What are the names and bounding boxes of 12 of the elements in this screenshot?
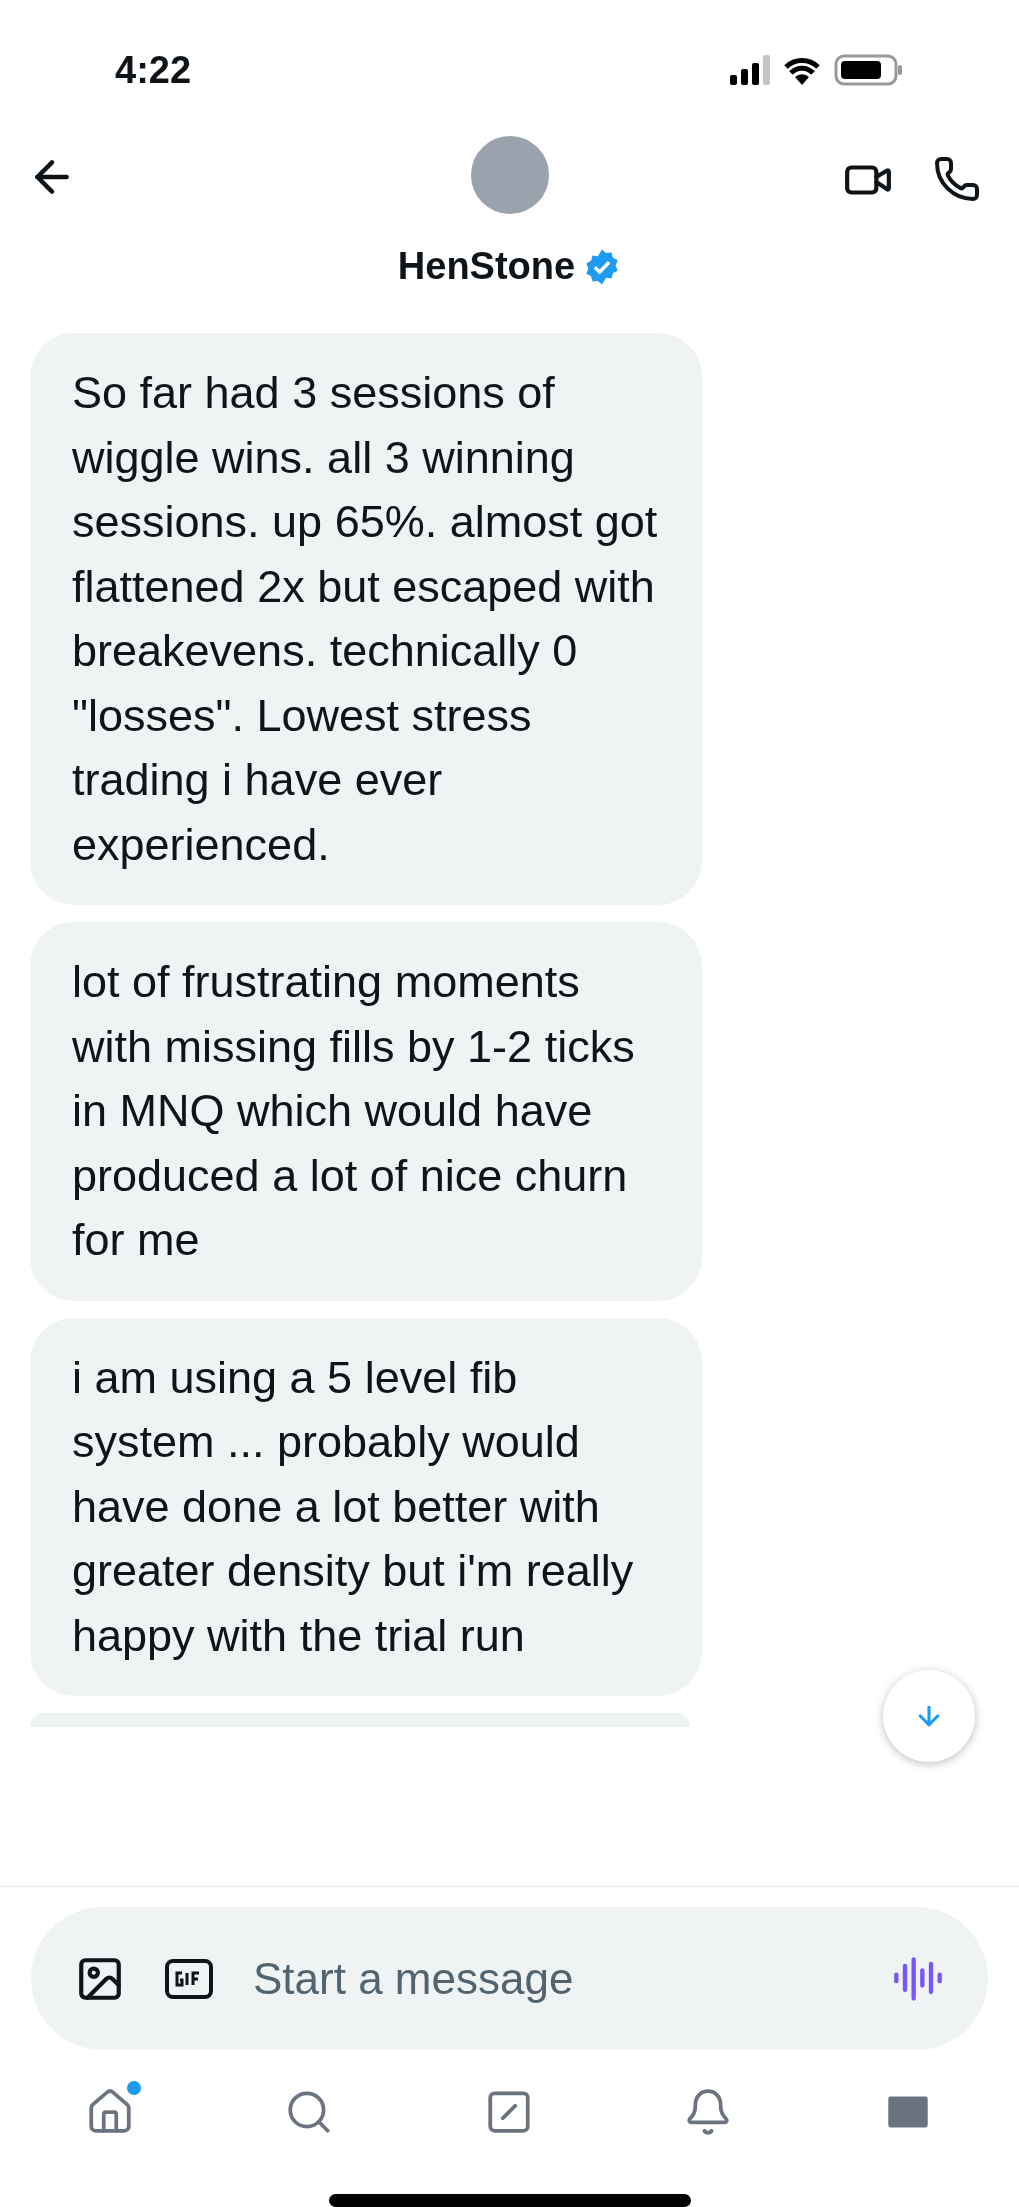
signal-icon <box>730 55 770 85</box>
message-bubble: i am using a 5 level fib system ... probably would have done a lot better with greater density but i'm really happy with the trial run <box>30 1317 702 1696</box>
message-placeholder: Start a message <box>253 1952 575 2005</box>
message-bubble: lot of frustrating moments with missing fills by 1-2 ticks in MNQ which would have produced a lot of nice churn for me <box>30 922 702 1301</box>
message-bubble: So far had 3 sessions of wiggle wins. all 3 winning sessions. up 65%. almost got flattened 2x but escaped with breakevens. technically 0 "losses". Lowest stress trading i have ever experienced. <box>30 333 702 905</box>
gif-icon[interactable] <box>165 1958 213 1999</box>
battery-icon <box>834 54 904 86</box>
phone-icon[interactable] <box>933 155 981 203</box>
message-composer[interactable]: Start a message <box>31 1907 988 2050</box>
status-time: 4:22 <box>115 47 192 93</box>
contact-name: HenStone <box>397 244 576 289</box>
wifi-icon <box>782 55 822 85</box>
